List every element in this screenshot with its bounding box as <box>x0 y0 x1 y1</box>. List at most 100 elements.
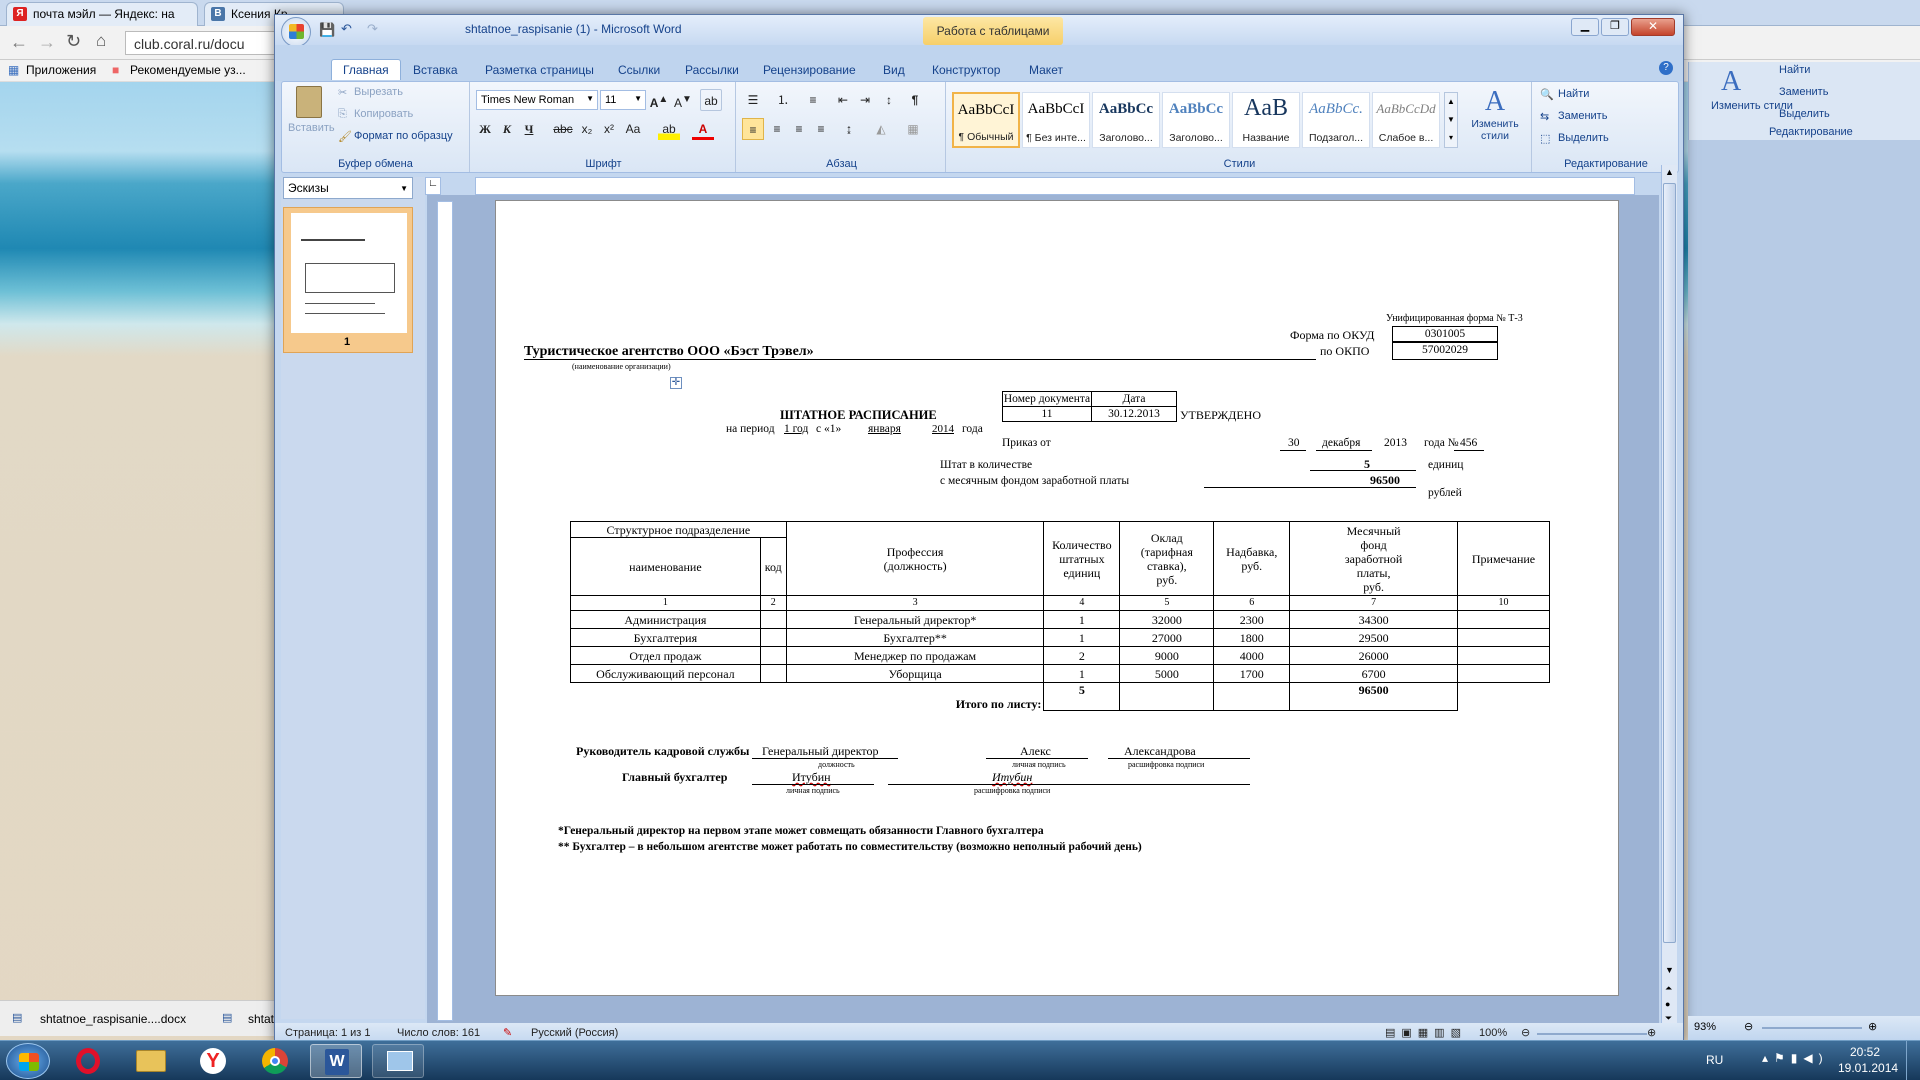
reload-icon[interactable]: ↻ <box>66 31 81 52</box>
align-right-icon[interactable]: ≡ <box>788 118 810 140</box>
subscript-icon[interactable]: x₂ <box>576 118 598 140</box>
bookmark-recommended[interactable]: Рекомендуемые уз... <box>130 63 246 77</box>
status-language[interactable]: Русский (Россия) <box>531 1027 618 1039</box>
navigation-view-select[interactable]: Эскизы ▼ <box>283 177 413 199</box>
styles-scroll[interactable]: ▲ ▼ ▾ <box>1444 92 1458 148</box>
tab-selector[interactable]: ∟ <box>425 177 441 195</box>
replace-button[interactable]: Заменить <box>1558 110 1607 122</box>
borders-icon[interactable]: ▦ <box>902 118 924 140</box>
clock-time[interactable]: 20:52 <box>1850 1045 1880 1059</box>
tab-page-layout[interactable]: Разметка страницы <box>485 63 594 77</box>
office-button[interactable] <box>281 17 311 47</box>
tab-insert[interactable]: Вставка <box>413 63 458 77</box>
vertical-ruler[interactable] <box>437 201 453 1021</box>
paste-button[interactable]: Вставить <box>288 86 335 148</box>
vertical-scrollbar[interactable]: ▲ ▼ ⏶ ● ⏷ <box>1661 165 1677 1025</box>
shading-icon[interactable]: ◭ <box>870 118 892 140</box>
font-name-combo[interactable]: Times New Roman ▼ <box>476 90 598 110</box>
numbering-icon[interactable]: ⒈ <box>772 89 794 111</box>
explorer-taskbar-button[interactable] <box>124 1044 176 1078</box>
style-normal[interactable]: AaBbCcI ¶ Обычный <box>952 92 1020 148</box>
tab-layout[interactable]: Макет <box>1029 63 1063 77</box>
find-button[interactable]: Найти <box>1558 88 1589 100</box>
bookmark-apps[interactable]: Приложения <box>26 63 96 77</box>
tab-references[interactable]: Ссылки <box>618 63 660 77</box>
save-icon[interactable]: 💾 <box>319 22 335 38</box>
decrease-indent-icon[interactable]: ⇤ <box>832 89 854 111</box>
line-spacing-icon[interactable]: ↨ <box>838 118 860 140</box>
close-button[interactable]: ✕ <box>1631 18 1675 36</box>
style-heading-1[interactable]: AaBbCc Заголово... <box>1092 92 1160 148</box>
bold-button[interactable]: Ж <box>474 118 496 140</box>
clock-date[interactable]: 19.01.2014 <box>1838 1061 1898 1075</box>
minimize-button[interactable]: ▁ <box>1571 18 1599 36</box>
status-page[interactable]: Страница: 1 из 1 <box>285 1027 371 1039</box>
forward-icon[interactable]: → <box>38 32 56 53</box>
view-buttons[interactable]: ▤▣▦▥▧ <box>1385 1026 1467 1039</box>
show-marks-icon[interactable]: ¶ <box>904 89 926 111</box>
proofing-icon[interactable]: ✎ <box>503 1026 512 1039</box>
highlight-icon[interactable]: ab <box>658 118 680 140</box>
font-color-icon[interactable]: A <box>692 118 714 140</box>
shrink-font-icon[interactable]: A▼ <box>672 89 694 111</box>
home-icon[interactable]: ⌂ <box>96 31 106 51</box>
italic-button[interactable]: К <box>496 118 518 140</box>
document-page[interactable]: Унифицированная форма № Т-3 Форма по ОКУ… <box>495 200 1619 996</box>
tab-design[interactable]: Конструктор <box>932 63 1000 77</box>
tab-home[interactable]: Главная <box>331 59 401 80</box>
justify-icon[interactable]: ≡ <box>810 118 832 140</box>
zoom-level[interactable]: 100% <box>1479 1027 1507 1039</box>
download-item[interactable]: shtat <box>248 1012 274 1026</box>
tab-view[interactable]: Вид <box>883 63 905 77</box>
restore-button[interactable]: ❐ <box>1601 18 1629 36</box>
zoom-out-icon[interactable]: ⊖ <box>1521 1026 1530 1039</box>
style-subtitle[interactable]: AaBbCc. Подзагол... <box>1302 92 1370 148</box>
strikethrough-icon[interactable]: abc <box>552 118 574 140</box>
format-painter-button[interactable]: Формат по образцу <box>354 130 453 142</box>
horizontal-ruler[interactable] <box>475 177 1635 195</box>
show-desktop-button[interactable] <box>1906 1041 1920 1080</box>
change-case-icon[interactable]: Aa <box>622 118 644 140</box>
clear-format-icon[interactable]: ab <box>700 89 722 111</box>
style-heading-2[interactable]: AaBbCc Заголово... <box>1162 92 1230 148</box>
select-browse-object-icon[interactable]: ● <box>1665 999 1670 1009</box>
font-size-combo[interactable]: 11 ▼ <box>600 90 646 110</box>
undo-icon[interactable]: ↶ <box>341 21 352 37</box>
opera-taskbar-button[interactable] <box>62 1044 114 1078</box>
style-title[interactable]: AaB Название <box>1232 92 1300 148</box>
browser-tab-yandex[interactable]: Япочта мэйл — Яндекс: на <box>6 2 198 26</box>
scroll-thumb[interactable] <box>1663 183 1676 943</box>
bullets-icon[interactable]: ☰ <box>742 89 764 111</box>
multilevel-list-icon[interactable]: ≡ <box>802 89 824 111</box>
word-taskbar-button[interactable]: W <box>310 1044 362 1078</box>
back-icon[interactable]: ← <box>10 32 28 53</box>
align-center-icon[interactable]: ≡ <box>766 118 788 140</box>
increase-indent-icon[interactable]: ⇥ <box>854 89 876 111</box>
tab-review[interactable]: Рецензирование <box>763 63 856 77</box>
status-words[interactable]: Число слов: 161 <box>397 1027 480 1039</box>
style-subtle-emphasis[interactable]: AaBbCcDd Слабое в... <box>1372 92 1440 148</box>
download-item[interactable]: shtatnoe_raspisanie....docx <box>40 1012 186 1026</box>
previous-page-icon[interactable]: ⏶ <box>1665 983 1672 994</box>
zoom-slider[interactable] <box>1537 1033 1647 1035</box>
chrome-taskbar-button[interactable] <box>248 1044 300 1078</box>
grow-font-icon[interactable]: A▲ <box>648 89 670 111</box>
page-thumbnail[interactable]: 1 <box>283 207 413 353</box>
table-move-handle-icon[interactable]: ✛ <box>670 377 682 389</box>
align-left-icon[interactable]: ≡ <box>742 118 764 140</box>
sort-icon[interactable]: ↕ <box>878 89 900 111</box>
language-indicator[interactable]: RU <box>1706 1053 1723 1067</box>
tab-mailings[interactable]: Рассылки <box>685 63 739 77</box>
superscript-icon[interactable]: x² <box>598 118 620 140</box>
scroll-up-icon[interactable]: ▲ <box>1665 167 1674 177</box>
change-styles-button[interactable]: A Изменить стили <box>1462 86 1528 150</box>
tray-icons[interactable]: ▴⚑▮◀) <box>1762 1051 1829 1065</box>
cut-button[interactable]: Вырезать <box>354 86 403 98</box>
style-no-spacing[interactable]: AaBbCcI ¶ Без инте... <box>1022 92 1090 148</box>
copy-button[interactable]: Копировать <box>354 108 413 120</box>
select-button[interactable]: Выделить <box>1558 132 1609 144</box>
help-icon[interactable]: ? <box>1659 61 1673 75</box>
start-button[interactable] <box>6 1043 50 1079</box>
address-bar[interactable]: club.coral.ru/docu <box>125 31 275 55</box>
redo-icon[interactable]: ↷ <box>367 21 378 37</box>
